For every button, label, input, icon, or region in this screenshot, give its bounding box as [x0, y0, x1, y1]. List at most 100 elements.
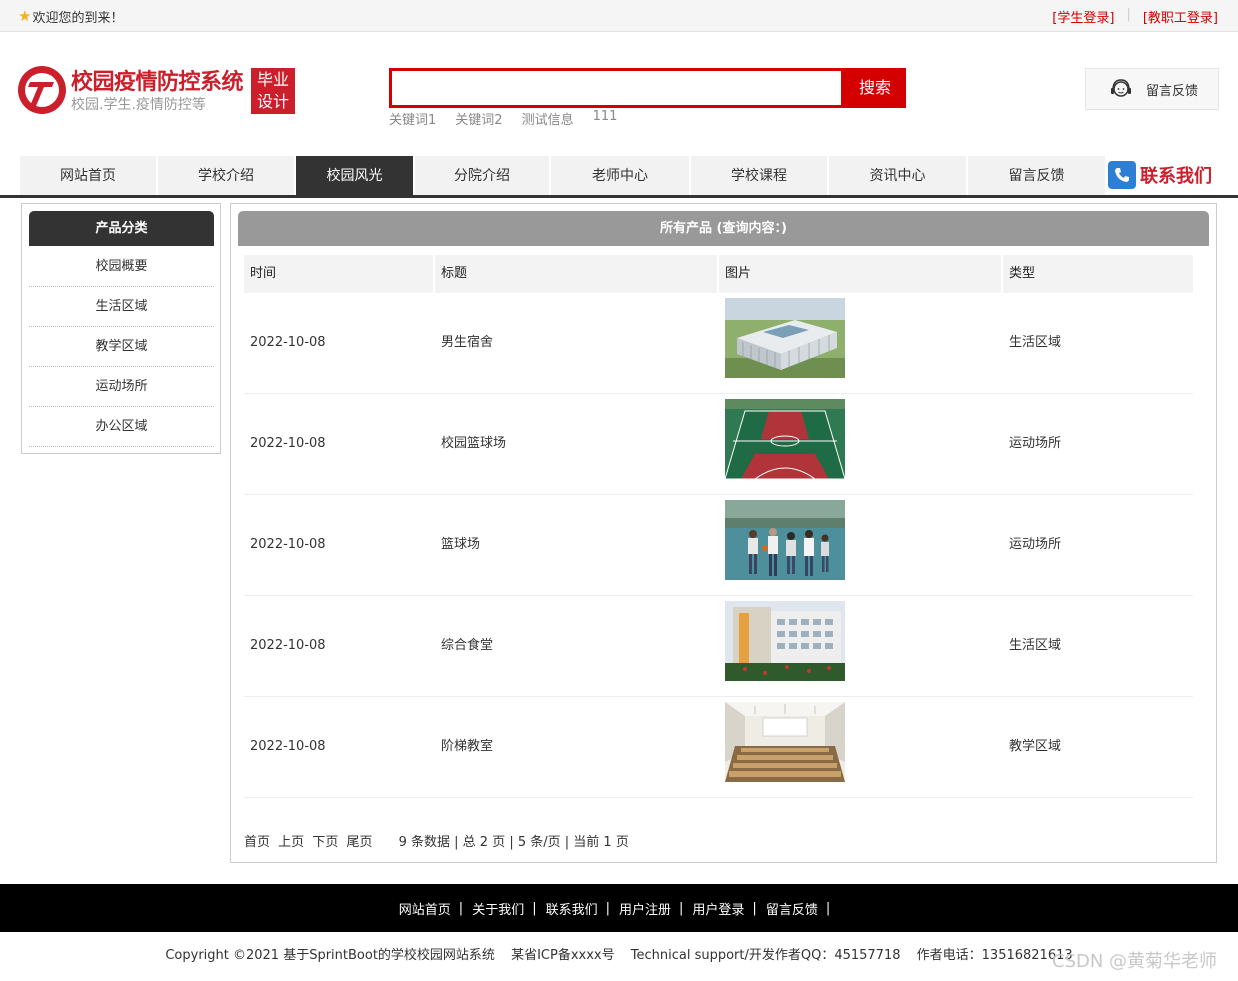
nav-item-teachers[interactable]: 老师中心 [551, 156, 689, 195]
staff-login-link[interactable]: [教职工登录] [1143, 7, 1218, 26]
nav-item-colleges[interactable]: 分院介绍 [415, 156, 549, 195]
column-header-image: 图片 [719, 255, 1001, 293]
footer-link-login[interactable]: 用户登录 [692, 899, 744, 918]
sidebar-item-living-area[interactable]: 生活区域 [29, 287, 214, 327]
hot-keyword-2[interactable]: 关键词2 [455, 109, 502, 128]
row-date: 2022-10-08 [250, 335, 326, 350]
hot-keyword-3[interactable]: 测试信息 [522, 109, 574, 128]
row-title[interactable]: 阶梯教室 [435, 697, 493, 797]
logo-icon[interactable] [18, 66, 66, 114]
site-subtitle: 校园.学生.疫情防控等 [71, 97, 206, 113]
row-title[interactable]: 男生宿舍 [435, 293, 493, 393]
table-row: 2022-10-08 校园篮球场 运动场所 [244, 394, 1193, 495]
graduation-badge: 毕业 设计 [251, 68, 295, 114]
footer-link-register[interactable]: 用户注册 [619, 899, 671, 918]
column-header-title: 标题 [435, 255, 717, 293]
phone-text: 作者电话：13516821613 [916, 948, 1073, 963]
footer-separator: | [532, 900, 537, 916]
welcome-message: ★ 欢迎您的到来！ [18, 7, 124, 27]
nav-item-courses[interactable]: 学校课程 [691, 156, 827, 195]
footer-link-home[interactable]: 网站首页 [399, 899, 451, 918]
footer-separator: | [605, 900, 610, 916]
pager-next-link[interactable]: 下页 [312, 835, 338, 850]
footer-separator: | [679, 900, 684, 916]
top-bar: ★ 欢迎您的到来！ [学生登录] | [教职工登录] [0, 0, 1238, 32]
login-separator: | [1126, 7, 1131, 22]
canteen-photo[interactable] [725, 601, 845, 681]
main-nav: 网站首页 学校介绍 校园风光 分院介绍 老师中心 学校课程 资讯中心 留言反馈 … [0, 155, 1238, 198]
panel-title: 所有产品 (查询内容：) [238, 211, 1209, 246]
search-input[interactable] [392, 71, 841, 105]
footer-separator: | [825, 900, 831, 916]
pager-prev-link[interactable]: 上页 [278, 835, 304, 850]
players-photo[interactable] [725, 500, 845, 580]
icp-text: 某省ICP备xxxx号 [511, 948, 615, 963]
sidebar-item-overview[interactable]: 校园概要 [29, 247, 214, 287]
hot-keywords: 关键词1 关键词2 测试信息 111 [389, 109, 617, 128]
footer-separator: | [752, 900, 757, 916]
row-type: 教学区域 [1009, 739, 1062, 754]
copyright-text: Copyright ©2021 基于SprintBoot的学校校园网站系统 [165, 948, 495, 963]
row-date: 2022-10-08 [250, 739, 326, 754]
nav-item-campus-scenery[interactable]: 校园风光 [296, 156, 413, 195]
contact-us-label: 联系我们 [1140, 166, 1212, 187]
nav-item-news[interactable]: 资讯中心 [829, 156, 966, 195]
sidebar-title: 产品分类 [29, 211, 214, 246]
footer-nav: 网站首页 | 关于我们 | 联系我们 | 用户注册 | 用户登录 | 留言反馈 | [0, 884, 1238, 932]
column-header-date: 时间 [244, 255, 433, 293]
watermark: CSDN @黄菊华老师 [1052, 951, 1218, 972]
row-title[interactable]: 综合食堂 [435, 596, 493, 696]
feedback-button[interactable]: 留言反馈 [1085, 68, 1219, 110]
row-date: 2022-10-08 [250, 436, 326, 451]
table-row: 2022-10-08 阶梯教室 教学区域 [244, 697, 1193, 798]
hot-keyword-1[interactable]: 关键词1 [389, 109, 436, 128]
category-sidebar: 产品分类 校园概要 生活区域 教学区域 运动场所 办公区域 [21, 203, 221, 454]
sidebar-item-sports[interactable]: 运动场所 [29, 367, 214, 407]
product-panel: 所有产品 (查询内容：) 时间 标题 图片 类型 2022-10-08 男生宿舍 [230, 203, 1217, 863]
table-row: 2022-10-08 篮球场 运动场所 [244, 495, 1193, 596]
phone-icon [1108, 161, 1136, 189]
row-date: 2022-10-08 [250, 638, 326, 653]
support-text: Technical support/开发作者QQ：45157718 [630, 948, 901, 963]
badge-line-1: 毕业 [256, 70, 289, 89]
sidebar-list: 校园概要 生活区域 教学区域 运动场所 办公区域 [29, 247, 214, 447]
hot-keyword-4[interactable]: 111 [593, 109, 618, 128]
pager-last-link[interactable]: 尾页 [346, 835, 372, 850]
welcome-text: 欢迎您的到来！ [32, 11, 124, 26]
login-links: [学生登录] | [教职工登录] [1052, 7, 1218, 26]
contact-us-link[interactable]: 联系我们 [1108, 159, 1212, 191]
footer-link-contact[interactable]: 联系我们 [546, 899, 598, 918]
building-photo[interactable] [725, 298, 845, 378]
row-title[interactable]: 篮球场 [435, 495, 480, 595]
table-row: 2022-10-08 男生宿舍 生活区域 [244, 293, 1193, 394]
sidebar-item-office[interactable]: 办公区域 [29, 407, 214, 447]
row-type: 运动场所 [1009, 436, 1062, 451]
court-photo[interactable] [725, 399, 845, 479]
row-type: 生活区域 [1009, 335, 1062, 350]
nav-item-feedback[interactable]: 留言反馈 [968, 156, 1105, 195]
feedback-label: 留言反馈 [1146, 83, 1199, 99]
column-header-type: 类型 [1003, 255, 1193, 293]
customer-service-icon [1111, 79, 1131, 97]
lecture-hall-photo[interactable] [725, 702, 845, 782]
nav-item-school-intro[interactable]: 学校介绍 [158, 156, 294, 195]
nav-item-home[interactable]: 网站首页 [20, 156, 156, 195]
row-title[interactable]: 校园篮球场 [435, 394, 506, 494]
star-icon: ★ [18, 7, 32, 25]
sidebar-item-teaching-area[interactable]: 教学区域 [29, 327, 214, 367]
footer-separator: | [458, 900, 464, 916]
pagination: 首页 上页 下页 尾页 9 条数据 | 总 2 页 | 5 条/页 | 当前 1… [244, 831, 629, 850]
badge-line-2: 设计 [256, 92, 289, 111]
table-header: 时间 标题 图片 类型 [244, 255, 1193, 293]
row-date: 2022-10-08 [250, 537, 326, 552]
row-type: 运动场所 [1009, 537, 1062, 552]
site-title[interactable]: 校园疫情防控系统 [71, 64, 244, 96]
pager-info: 9 条数据 | 总 2 页 | 5 条/页 | 当前 1 页 [398, 835, 629, 850]
footer-link-feedback[interactable]: 留言反馈 [766, 899, 818, 918]
table-row: 2022-10-08 综合食堂 生活区域 [244, 596, 1193, 697]
footer-link-about[interactable]: 关于我们 [472, 899, 524, 918]
search-button[interactable]: 搜索 [844, 68, 906, 108]
row-type: 生活区域 [1009, 638, 1062, 653]
student-login-link[interactable]: [学生登录] [1052, 7, 1114, 26]
pager-first-link[interactable]: 首页 [244, 835, 270, 850]
